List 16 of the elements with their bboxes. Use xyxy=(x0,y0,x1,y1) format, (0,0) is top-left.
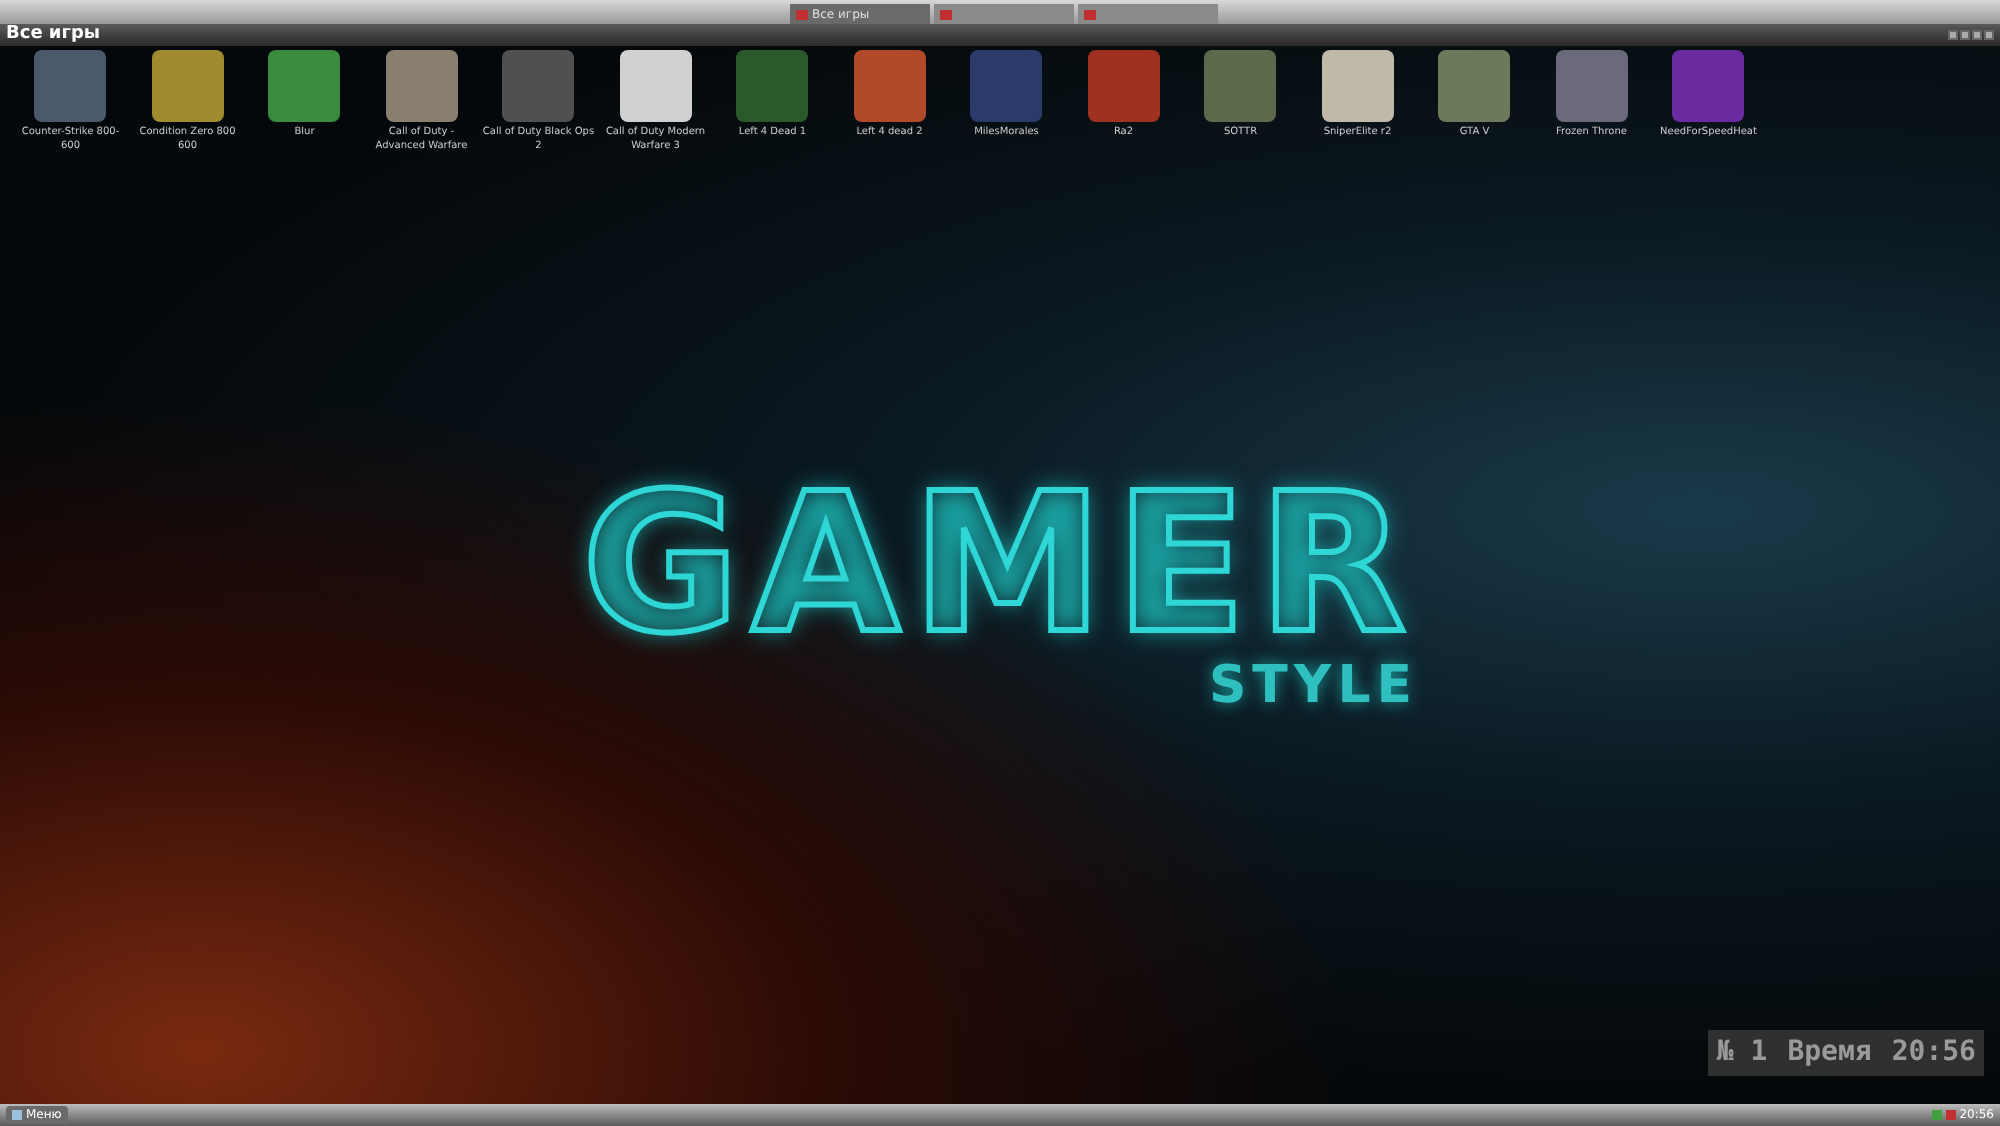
time-value: 20:56 xyxy=(1891,1034,1976,1072)
start-icon xyxy=(12,1110,22,1120)
game-cover-icon[interactable] xyxy=(619,50,692,122)
session-number: № 1 xyxy=(1716,1034,1768,1072)
window-tab[interactable] xyxy=(934,4,1074,24)
window-tab[interactable] xyxy=(1078,4,1218,24)
logo-title: GAMER xyxy=(581,467,1419,659)
window-icon xyxy=(1084,9,1096,19)
window-icon xyxy=(940,9,952,19)
game-cover-icon[interactable] xyxy=(385,50,458,122)
time-label: Время xyxy=(1787,1034,1872,1072)
game-cover-icon[interactable] xyxy=(151,50,224,122)
window-icon xyxy=(796,9,808,19)
game-cover-icon[interactable] xyxy=(1321,50,1394,122)
logo-subtitle: STYLE xyxy=(1208,659,1419,711)
window-title: Все игры xyxy=(6,26,101,44)
